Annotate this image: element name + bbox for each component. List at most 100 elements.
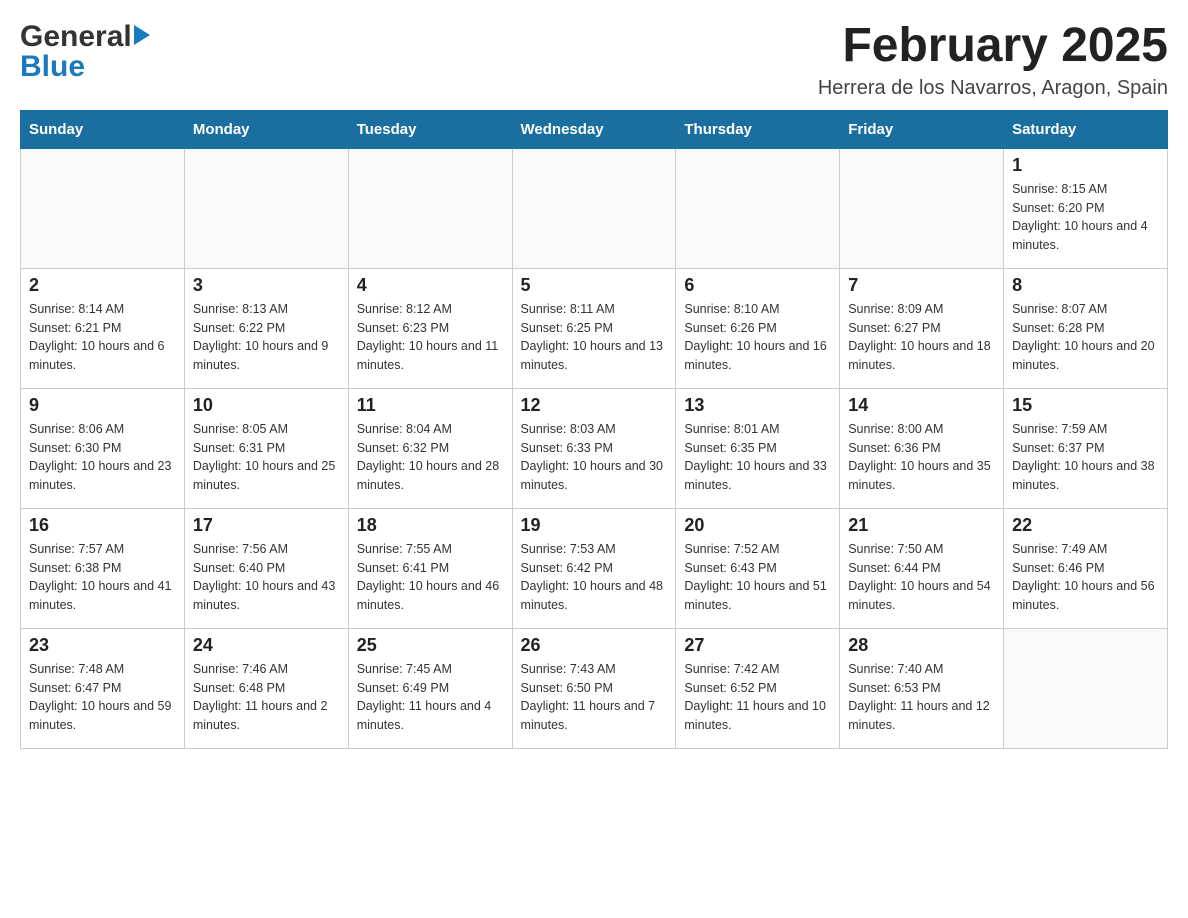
calendar-table: SundayMondayTuesdayWednesdayThursdayFrid… — [20, 110, 1168, 749]
day-number: 4 — [357, 275, 504, 296]
weekday-header-wednesday: Wednesday — [512, 110, 676, 148]
day-info: Sunrise: 7:40 AMSunset: 6:53 PMDaylight:… — [848, 660, 995, 735]
day-info: Sunrise: 7:52 AMSunset: 6:43 PMDaylight:… — [684, 540, 831, 615]
day-number: 17 — [193, 515, 340, 536]
day-cell: 13 Sunrise: 8:01 AMSunset: 6:35 PMDayligh… — [676, 388, 840, 508]
day-number: 26 — [521, 635, 668, 656]
day-info: Sunrise: 7:46 AMSunset: 6:48 PMDaylight:… — [193, 660, 340, 735]
day-cell: 28Sunrise: 7:40 AMSunset: 6:53 PMDayligh… — [840, 628, 1004, 748]
day-info: Sunrise: 8:05 AMSunset: 6:31 PMDaylight:… — [193, 420, 340, 495]
day-cell: 9Sunrise: 8:06 AMSunset: 6:30 PMDaylight… — [21, 388, 185, 508]
week-row-2: 2 Sunrise: 8:14 AMSunset: 6:21 PMDaylight… — [21, 268, 1168, 388]
day-cell: 19 Sunrise: 7:53 AMSunset: 6:42 PMDayligh… — [512, 508, 676, 628]
day-cell: 25 Sunrise: 7:45 AMSunset: 6:49 PMDayligh… — [348, 628, 512, 748]
day-cell: 12Sunrise: 8:03 AMSunset: 6:33 PMDayligh… — [512, 388, 676, 508]
month-title: February 2025 — [818, 20, 1168, 73]
week-row-5: 23 Sunrise: 7:48 AMSunset: 6:47 PMDayligh… — [21, 628, 1168, 748]
logo-general-text: General — [20, 20, 132, 54]
day-number: 13 — [684, 395, 831, 416]
day-info: Sunrise: 8:09 AMSunset: 6:27 PMDaylight:… — [848, 300, 995, 375]
day-cell: 8 Sunrise: 8:07 AMSunset: 6:28 PMDaylight… — [1004, 268, 1168, 388]
week-row-3: 9Sunrise: 8:06 AMSunset: 6:30 PMDaylight… — [21, 388, 1168, 508]
day-number: 21 — [848, 515, 995, 536]
day-number: 16 — [29, 515, 176, 536]
day-cell: 6 Sunrise: 8:10 AMSunset: 6:26 PMDaylight… — [676, 268, 840, 388]
day-cell: 7Sunrise: 8:09 AMSunset: 6:27 PMDaylight… — [840, 268, 1004, 388]
day-cell: 2 Sunrise: 8:14 AMSunset: 6:21 PMDaylight… — [21, 268, 185, 388]
day-info: Sunrise: 8:01 AMSunset: 6:35 PMDaylight:… — [684, 420, 831, 495]
day-cell: 27 Sunrise: 7:42 AMSunset: 6:52 PMDayligh… — [676, 628, 840, 748]
day-number: 12 — [521, 395, 668, 416]
day-number: 24 — [193, 635, 340, 656]
title-area: February 2025 Herrera de los Navarros, A… — [818, 20, 1168, 100]
day-info: Sunrise: 8:14 AMSunset: 6:21 PMDaylight:… — [29, 300, 176, 375]
day-info: Sunrise: 7:53 AMSunset: 6:42 PMDaylight:… — [521, 540, 668, 615]
day-info: Sunrise: 7:59 AMSunset: 6:37 PMDaylight:… — [1012, 420, 1159, 495]
day-info: Sunrise: 8:00 AMSunset: 6:36 PMDaylight:… — [848, 420, 995, 495]
day-info: Sunrise: 7:42 AMSunset: 6:52 PMDaylight:… — [684, 660, 831, 735]
day-cell — [1004, 628, 1168, 748]
day-info: Sunrise: 7:56 AMSunset: 6:40 PMDaylight:… — [193, 540, 340, 615]
day-cell: 1Sunrise: 8:15 AMSunset: 6:20 PMDaylight… — [1004, 148, 1168, 268]
day-info: Sunrise: 7:55 AMSunset: 6:41 PMDaylight:… — [357, 540, 504, 615]
day-cell: 14 Sunrise: 8:00 AMSunset: 6:36 PMDayligh… — [840, 388, 1004, 508]
day-cell: 20Sunrise: 7:52 AMSunset: 6:43 PMDayligh… — [676, 508, 840, 628]
weekday-header-tuesday: Tuesday — [348, 110, 512, 148]
day-cell: 16 Sunrise: 7:57 AMSunset: 6:38 PMDayligh… — [21, 508, 185, 628]
day-cell: 26 Sunrise: 7:43 AMSunset: 6:50 PMDayligh… — [512, 628, 676, 748]
day-number: 27 — [684, 635, 831, 656]
week-row-4: 16 Sunrise: 7:57 AMSunset: 6:38 PMDayligh… — [21, 508, 1168, 628]
day-cell: 10 Sunrise: 8:05 AMSunset: 6:31 PMDayligh… — [184, 388, 348, 508]
day-cell: 15 Sunrise: 7:59 AMSunset: 6:37 PMDayligh… — [1004, 388, 1168, 508]
weekday-header-friday: Friday — [840, 110, 1004, 148]
day-cell: 23 Sunrise: 7:48 AMSunset: 6:47 PMDayligh… — [21, 628, 185, 748]
location-title: Herrera de los Navarros, Aragon, Spain — [818, 77, 1168, 100]
day-cell — [512, 148, 676, 268]
day-cell — [840, 148, 1004, 268]
day-info: Sunrise: 7:43 AMSunset: 6:50 PMDaylight:… — [521, 660, 668, 735]
weekday-header-saturday: Saturday — [1004, 110, 1168, 148]
day-number: 2 — [29, 275, 176, 296]
day-number: 8 — [1012, 275, 1159, 296]
day-cell: 11 Sunrise: 8:04 AMSunset: 6:32 PMDayligh… — [348, 388, 512, 508]
weekday-header-row: SundayMondayTuesdayWednesdayThursdayFrid… — [21, 110, 1168, 148]
day-number: 1 — [1012, 155, 1159, 176]
day-number: 19 — [521, 515, 668, 536]
day-number: 9 — [29, 395, 176, 416]
weekday-header-monday: Monday — [184, 110, 348, 148]
day-info: Sunrise: 8:07 AMSunset: 6:28 PMDaylight:… — [1012, 300, 1159, 375]
day-number: 18 — [357, 515, 504, 536]
logo-blue-text: Blue — [20, 50, 85, 84]
day-cell: 3 Sunrise: 8:13 AMSunset: 6:22 PMDaylight… — [184, 268, 348, 388]
day-number: 3 — [193, 275, 340, 296]
weekday-header-thursday: Thursday — [676, 110, 840, 148]
day-cell: 5 Sunrise: 8:11 AMSunset: 6:25 PMDaylight… — [512, 268, 676, 388]
day-number: 5 — [521, 275, 668, 296]
day-cell: 21Sunrise: 7:50 AMSunset: 6:44 PMDayligh… — [840, 508, 1004, 628]
day-number: 10 — [193, 395, 340, 416]
logo-arrow-icon — [134, 25, 150, 45]
day-info: Sunrise: 8:13 AMSunset: 6:22 PMDaylight:… — [193, 300, 340, 375]
logo: General Blue — [20, 20, 150, 84]
day-info: Sunrise: 8:10 AMSunset: 6:26 PMDaylight:… — [684, 300, 831, 375]
day-number: 23 — [29, 635, 176, 656]
day-number: 11 — [357, 395, 504, 416]
day-info: Sunrise: 7:45 AMSunset: 6:49 PMDaylight:… — [357, 660, 504, 735]
day-cell — [21, 148, 185, 268]
day-info: Sunrise: 8:12 AMSunset: 6:23 PMDaylight:… — [357, 300, 504, 375]
day-info: Sunrise: 8:04 AMSunset: 6:32 PMDaylight:… — [357, 420, 504, 495]
day-cell — [676, 148, 840, 268]
day-number: 25 — [357, 635, 504, 656]
day-cell: 24 Sunrise: 7:46 AMSunset: 6:48 PMDayligh… — [184, 628, 348, 748]
day-number: 14 — [848, 395, 995, 416]
day-number: 15 — [1012, 395, 1159, 416]
day-cell — [184, 148, 348, 268]
day-cell: 18 Sunrise: 7:55 AMSunset: 6:41 PMDayligh… — [348, 508, 512, 628]
page-header: General Blue February 2025 Herrera de lo… — [20, 20, 1168, 100]
day-cell: 22Sunrise: 7:49 AMSunset: 6:46 PMDayligh… — [1004, 508, 1168, 628]
day-info: Sunrise: 7:48 AMSunset: 6:47 PMDaylight:… — [29, 660, 176, 735]
day-number: 6 — [684, 275, 831, 296]
day-info: Sunrise: 8:11 AMSunset: 6:25 PMDaylight:… — [521, 300, 668, 375]
day-info: Sunrise: 7:57 AMSunset: 6:38 PMDaylight:… — [29, 540, 176, 615]
week-row-1: 1Sunrise: 8:15 AMSunset: 6:20 PMDaylight… — [21, 148, 1168, 268]
